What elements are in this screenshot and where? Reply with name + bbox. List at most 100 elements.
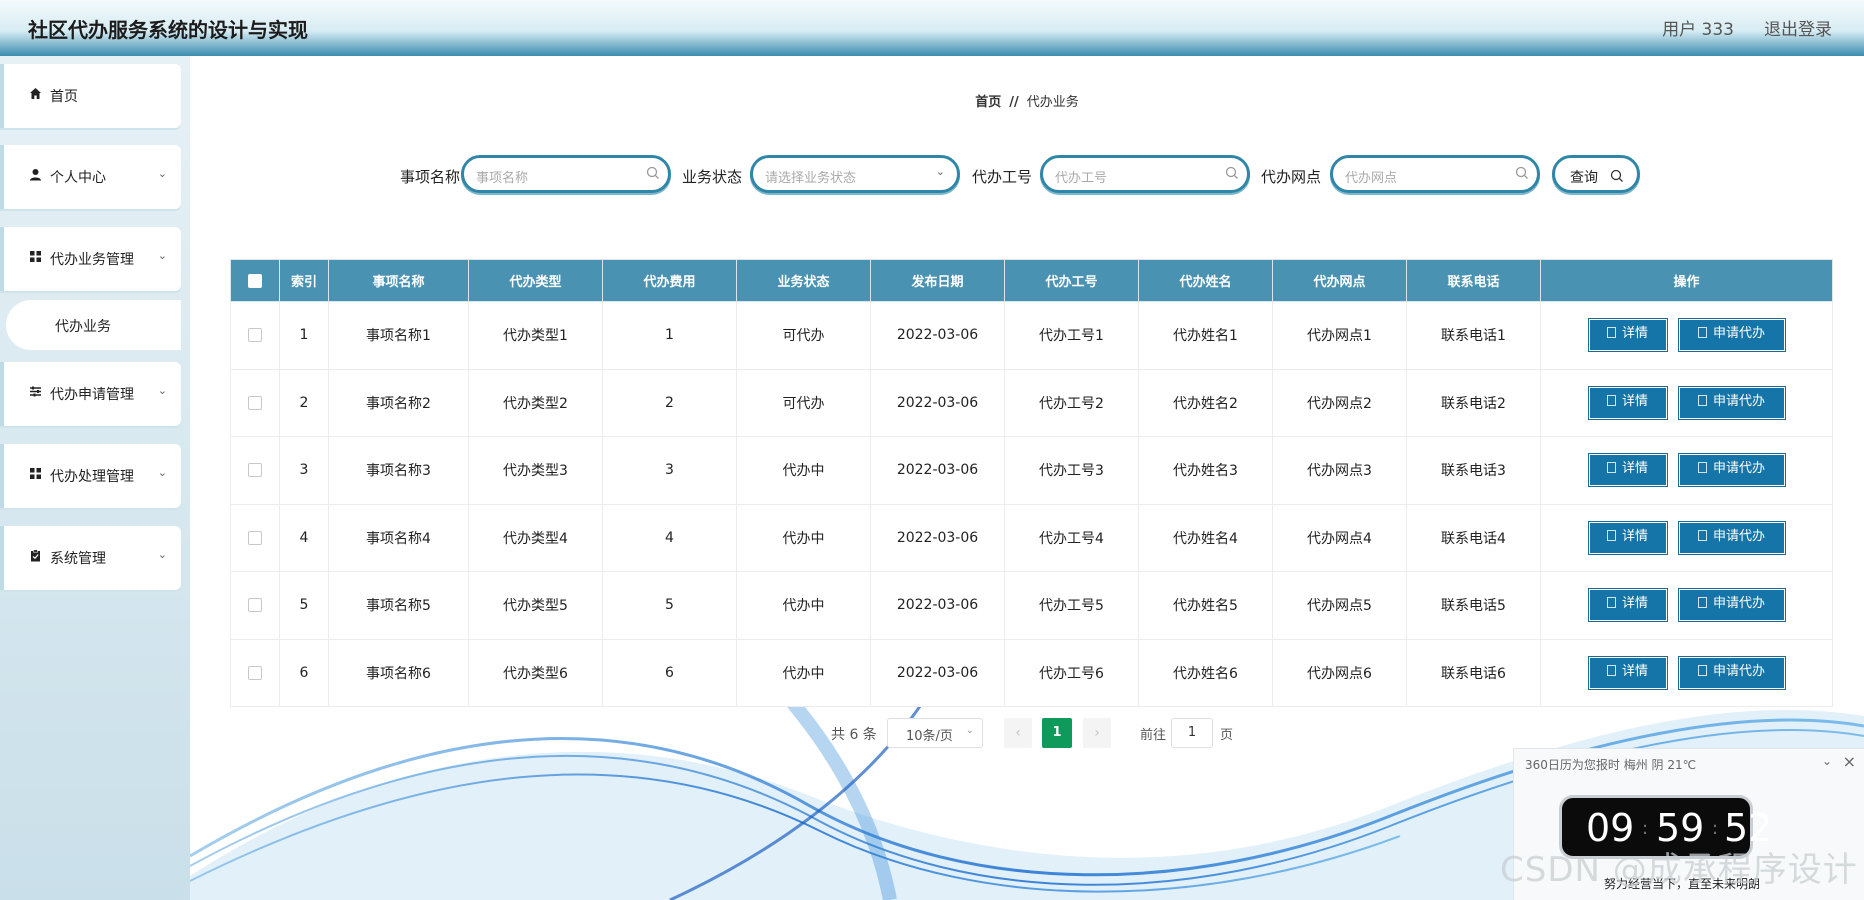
status-select[interactable]: 请选择业务状态 ⌄ bbox=[750, 155, 960, 193]
row-select-cell bbox=[230, 368, 280, 437]
row-checkbox[interactable] bbox=[248, 463, 262, 478]
cell-staff-id: 代办工号1 bbox=[1004, 301, 1139, 370]
detail-button[interactable]: 详情 bbox=[1587, 318, 1668, 353]
cell-index: 3 bbox=[279, 436, 329, 505]
cell-actions: 详情 申请代办 bbox=[1540, 368, 1833, 437]
row-checkbox[interactable] bbox=[248, 530, 262, 545]
cell-type: 代办类型3 bbox=[468, 436, 603, 505]
sidebar-item-label: 系统管理 bbox=[50, 551, 106, 567]
search-icon bbox=[1610, 169, 1623, 182]
row-checkbox[interactable] bbox=[248, 328, 262, 343]
sidebar-item-home[interactable]: 首页 bbox=[0, 64, 181, 128]
pagination: 共 6 条 10条/页 ⌄ ‹ 1 › 前往 1 页 bbox=[190, 718, 1864, 748]
apply-button[interactable]: 申请代办 bbox=[1677, 655, 1786, 690]
cell-staff-name: 代办姓名6 bbox=[1138, 638, 1273, 707]
widget-title: 360日历为您报时 梅州 阴 21℃ bbox=[1525, 758, 1697, 772]
table-row: 4 事项名称4 代办类型4 4 代办中 2022-03-06 代办工号4 代办姓… bbox=[230, 503, 1833, 572]
current-page-button[interactable]: 1 bbox=[1042, 718, 1072, 748]
detail-button[interactable]: 详情 bbox=[1587, 520, 1668, 555]
prev-page-button[interactable]: ‹ bbox=[1004, 718, 1032, 748]
breadcrumb-separator: // bbox=[1009, 95, 1019, 110]
sidebar-item-agency-business[interactable]: 代办业务管理 ⌄ bbox=[0, 227, 181, 291]
sidebar-item-personal-center[interactable]: 个人中心 ⌄ bbox=[0, 145, 181, 209]
row-select-cell bbox=[230, 503, 280, 572]
sidebar-item-application-management[interactable]: 代办申请管理 ⌄ bbox=[0, 362, 181, 426]
column-header: 操作 bbox=[1540, 259, 1833, 302]
cell-fee: 6 bbox=[602, 638, 737, 707]
cell-date: 2022-03-06 bbox=[870, 571, 1005, 640]
column-header: 代办费用 bbox=[602, 259, 737, 302]
cell-actions: 详情 申请代办 bbox=[1540, 301, 1833, 370]
breadcrumb-home[interactable]: 首页 bbox=[975, 95, 1001, 110]
column-header: 索引 bbox=[279, 259, 329, 302]
table-row: 1 事项名称1 代办类型1 1 可代办 2022-03-06 代办工号1 代办姓… bbox=[230, 301, 1833, 370]
sidebar-item-label: 首页 bbox=[50, 89, 78, 105]
detail-button-label: 详情 bbox=[1621, 326, 1648, 342]
document-icon bbox=[1697, 327, 1707, 339]
detail-button[interactable]: 详情 bbox=[1587, 385, 1668, 420]
item-name-input[interactable]: 事项名称 bbox=[461, 155, 671, 193]
document-icon bbox=[1697, 462, 1707, 474]
cell-date: 2022-03-06 bbox=[870, 368, 1005, 437]
cell-index: 6 bbox=[279, 638, 329, 707]
sidebar-item-processing-management[interactable]: 代办处理管理 ⌄ bbox=[0, 444, 181, 508]
goto-page-input[interactable]: 1 bbox=[1171, 718, 1213, 748]
apply-button-label: 申请代办 bbox=[1712, 461, 1765, 477]
row-checkbox[interactable] bbox=[248, 665, 262, 680]
staff-id-placeholder: 代办工号 bbox=[1055, 171, 1108, 186]
sidebar-subitem-agency-business[interactable]: 代办业务 bbox=[6, 300, 181, 350]
detail-button[interactable]: 详情 bbox=[1587, 588, 1668, 623]
breadcrumb: 首页 // 代办业务 bbox=[190, 91, 1864, 110]
logout-link[interactable]: 退出登录 bbox=[1764, 15, 1832, 40]
cell-status: 可代办 bbox=[736, 301, 871, 370]
document-icon bbox=[1606, 664, 1616, 676]
cell-type: 代办类型5 bbox=[468, 571, 603, 640]
clock-separator: : bbox=[1712, 818, 1719, 839]
cell-staff-name: 代办姓名2 bbox=[1138, 368, 1273, 437]
detail-button[interactable]: 详情 bbox=[1587, 453, 1668, 488]
detail-button[interactable]: 详情 bbox=[1587, 655, 1668, 690]
cell-fee: 5 bbox=[602, 571, 737, 640]
cell-name: 事项名称6 bbox=[328, 638, 469, 707]
cell-staff-id: 代办工号6 bbox=[1004, 638, 1139, 707]
apply-button[interactable]: 申请代办 bbox=[1677, 453, 1786, 488]
apply-button[interactable]: 申请代办 bbox=[1677, 385, 1786, 420]
row-checkbox[interactable] bbox=[248, 598, 262, 613]
user-icon bbox=[28, 168, 42, 182]
select-all-checkbox[interactable] bbox=[248, 273, 262, 288]
query-button[interactable]: 查询 bbox=[1552, 155, 1640, 193]
page-size-select[interactable]: 10条/页 ⌄ bbox=[887, 718, 983, 748]
column-header: 代办姓名 bbox=[1138, 259, 1273, 302]
close-icon[interactable]: × bbox=[1843, 752, 1856, 771]
chevron-down-icon: ⌄ bbox=[157, 548, 167, 561]
apply-button-label: 申请代办 bbox=[1712, 596, 1765, 612]
sidebar-item-system-management[interactable]: 系统管理 ⌄ bbox=[0, 526, 181, 590]
outlet-input[interactable]: 代办网点 bbox=[1330, 155, 1540, 193]
next-page-button[interactable]: › bbox=[1083, 718, 1111, 748]
staff-id-input[interactable]: 代办工号 bbox=[1040, 155, 1250, 193]
cell-name: 事项名称2 bbox=[328, 368, 469, 437]
chevron-down-icon: ⌄ bbox=[157, 249, 167, 262]
cell-outlet: 代办网点6 bbox=[1272, 638, 1407, 707]
page-size-value: 10条/页 bbox=[906, 729, 953, 744]
cell-type: 代办类型6 bbox=[468, 638, 603, 707]
cell-staff-id: 代办工号5 bbox=[1004, 571, 1139, 640]
document-icon bbox=[1697, 394, 1707, 406]
apply-button[interactable]: 申请代办 bbox=[1677, 588, 1786, 623]
cell-status: 代办中 bbox=[736, 436, 871, 505]
row-select-cell bbox=[230, 638, 280, 707]
cell-index: 1 bbox=[279, 301, 329, 370]
column-header: 代办网点 bbox=[1272, 259, 1407, 302]
row-checkbox[interactable] bbox=[248, 395, 262, 410]
apply-button[interactable]: 申请代办 bbox=[1677, 318, 1786, 353]
grid-icon bbox=[28, 467, 42, 481]
apply-button-label: 申请代办 bbox=[1712, 663, 1765, 679]
document-icon bbox=[1697, 597, 1707, 609]
sliders-icon bbox=[28, 385, 42, 399]
table-row: 2 事项名称2 代办类型2 2 可代办 2022-03-06 代办工号2 代办姓… bbox=[230, 368, 1833, 437]
apply-button-label: 申请代办 bbox=[1712, 393, 1765, 409]
cell-name: 事项名称4 bbox=[328, 503, 469, 572]
cell-name: 事项名称1 bbox=[328, 301, 469, 370]
collapse-icon[interactable]: ⌄ bbox=[1822, 754, 1832, 768]
apply-button[interactable]: 申请代办 bbox=[1677, 520, 1786, 555]
